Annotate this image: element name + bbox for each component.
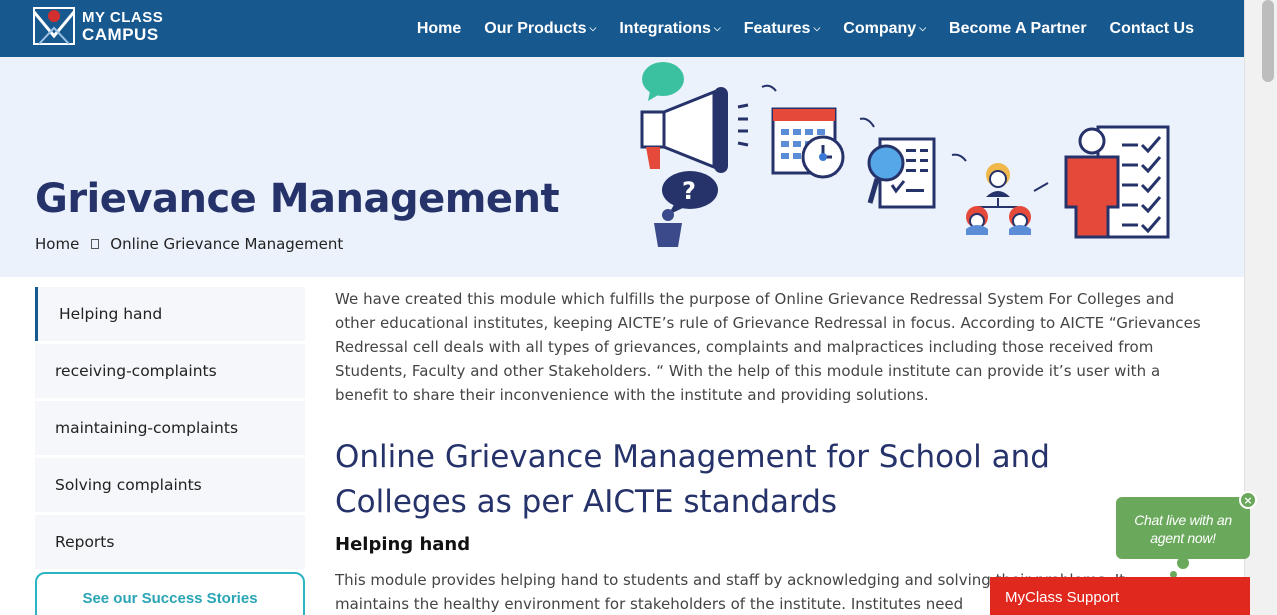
breadcrumb-home[interactable]: Home [35, 235, 79, 253]
svg-text:?: ? [682, 177, 696, 205]
sidebar-item-label: Helping hand [59, 305, 163, 323]
scrollbar-thumb[interactable] [1262, 0, 1274, 82]
megaphone-icon [640, 87, 749, 173]
subsection-heading: Helping hand [335, 534, 471, 555]
calendar-clock-icon [771, 107, 845, 179]
main-nav: Home Our Products ⌵ Integrations ⌵ Feature… [417, 0, 1194, 57]
sidebar-item-label: maintaining-complaints [55, 419, 239, 437]
breadcrumb-separator-icon [91, 239, 100, 249]
chat-bubble-tail [1177, 557, 1189, 569]
chat-invite-bubble[interactable]: Chat live with an agent now! [1116, 497, 1250, 559]
logo-mark-icon [33, 7, 75, 45]
success-stories-button[interactable]: See our Success Stories [35, 572, 305, 615]
chat-bubble-icon [642, 62, 684, 101]
chevron-down-icon: ⌵ [919, 23, 927, 33]
support-chat-bar[interactable]: MyClass Support [990, 577, 1250, 615]
nav-features-label: Features [743, 19, 811, 37]
sidebar-item-reports[interactable]: Reports [35, 515, 305, 569]
chevron-down-icon: ⌵ [589, 23, 597, 33]
nav-home[interactable]: Home [417, 20, 461, 38]
nav-our-products[interactable]: Our Products ⌵ [484, 20, 596, 38]
nav-company[interactable]: Company ⌵ [843, 20, 926, 38]
sidebar-item-solving-complaints[interactable]: Solving complaints [35, 458, 305, 512]
intro-paragraph: We have created this module which fulfil… [335, 290, 1201, 404]
support-chat-label: MyClass Support [1005, 589, 1120, 606]
top-navbar: MY CLASS CAMPUS Home Our Products ⌵ Integ… [0, 0, 1244, 57]
nav-become-a-partner[interactable]: Become A Partner [949, 20, 1087, 38]
sidebar-item-helping-hand[interactable]: Helping hand [35, 287, 305, 341]
sidebar-item-label: Reports [55, 533, 115, 551]
question-icon: ? [654, 171, 718, 247]
chat-invite-text: Chat live with an agent now! [1134, 512, 1232, 546]
nav-contact-us[interactable]: Contact Us [1110, 20, 1194, 38]
brand-name: MY CLASS CAMPUS [82, 9, 163, 43]
sidebar-item-receiving-complaints[interactable]: receiving-complaints [35, 344, 305, 398]
hero-illustration: ? [640, 62, 1170, 247]
nav-our-products-label: Our Products [484, 19, 587, 37]
breadcrumb-current: Online Grievance Management [110, 235, 344, 253]
nav-become-a-partner-label: Become A Partner [949, 19, 1087, 37]
nav-home-label: Home [416, 19, 462, 37]
magnifier-document-icon [867, 137, 936, 209]
main-content: We have created this module which fulfil… [335, 287, 1205, 615]
close-icon[interactable]: × [1239, 491, 1257, 509]
nav-integrations-label: Integrations [619, 19, 711, 37]
nav-contact-us-label: Contact Us [1109, 19, 1194, 37]
sidebar-item-label: Solving complaints [55, 476, 202, 494]
team-hierarchy-icon [966, 163, 1031, 235]
chevron-down-icon: ⌵ [713, 23, 721, 33]
chevron-down-icon: ⌵ [813, 23, 821, 33]
brand-name-line1: MY CLASS [82, 9, 164, 26]
sidebar-item-label: receiving-complaints [55, 362, 217, 380]
sidebar-item-maintaining-complaints[interactable]: maintaining-complaints [35, 401, 305, 455]
nav-features[interactable]: Features ⌵ [744, 20, 821, 38]
page-title: Grievance Management [35, 176, 560, 222]
breadcrumb: Home Online Grievance Management [35, 235, 343, 253]
section-heading: Online Grievance Management for School a… [335, 439, 1050, 520]
success-stories-label: See our Success Stories [82, 590, 258, 607]
brand-logo[interactable]: MY CLASS CAMPUS [33, 6, 163, 46]
checklist-person-icon [1064, 125, 1170, 239]
brand-name-line2: CAMPUS [82, 25, 159, 44]
hero-banner: Grievance Management Home Online Grievan… [0, 57, 1244, 277]
nav-company-label: Company [843, 19, 917, 37]
nav-integrations[interactable]: Integrations ⌵ [619, 20, 720, 38]
